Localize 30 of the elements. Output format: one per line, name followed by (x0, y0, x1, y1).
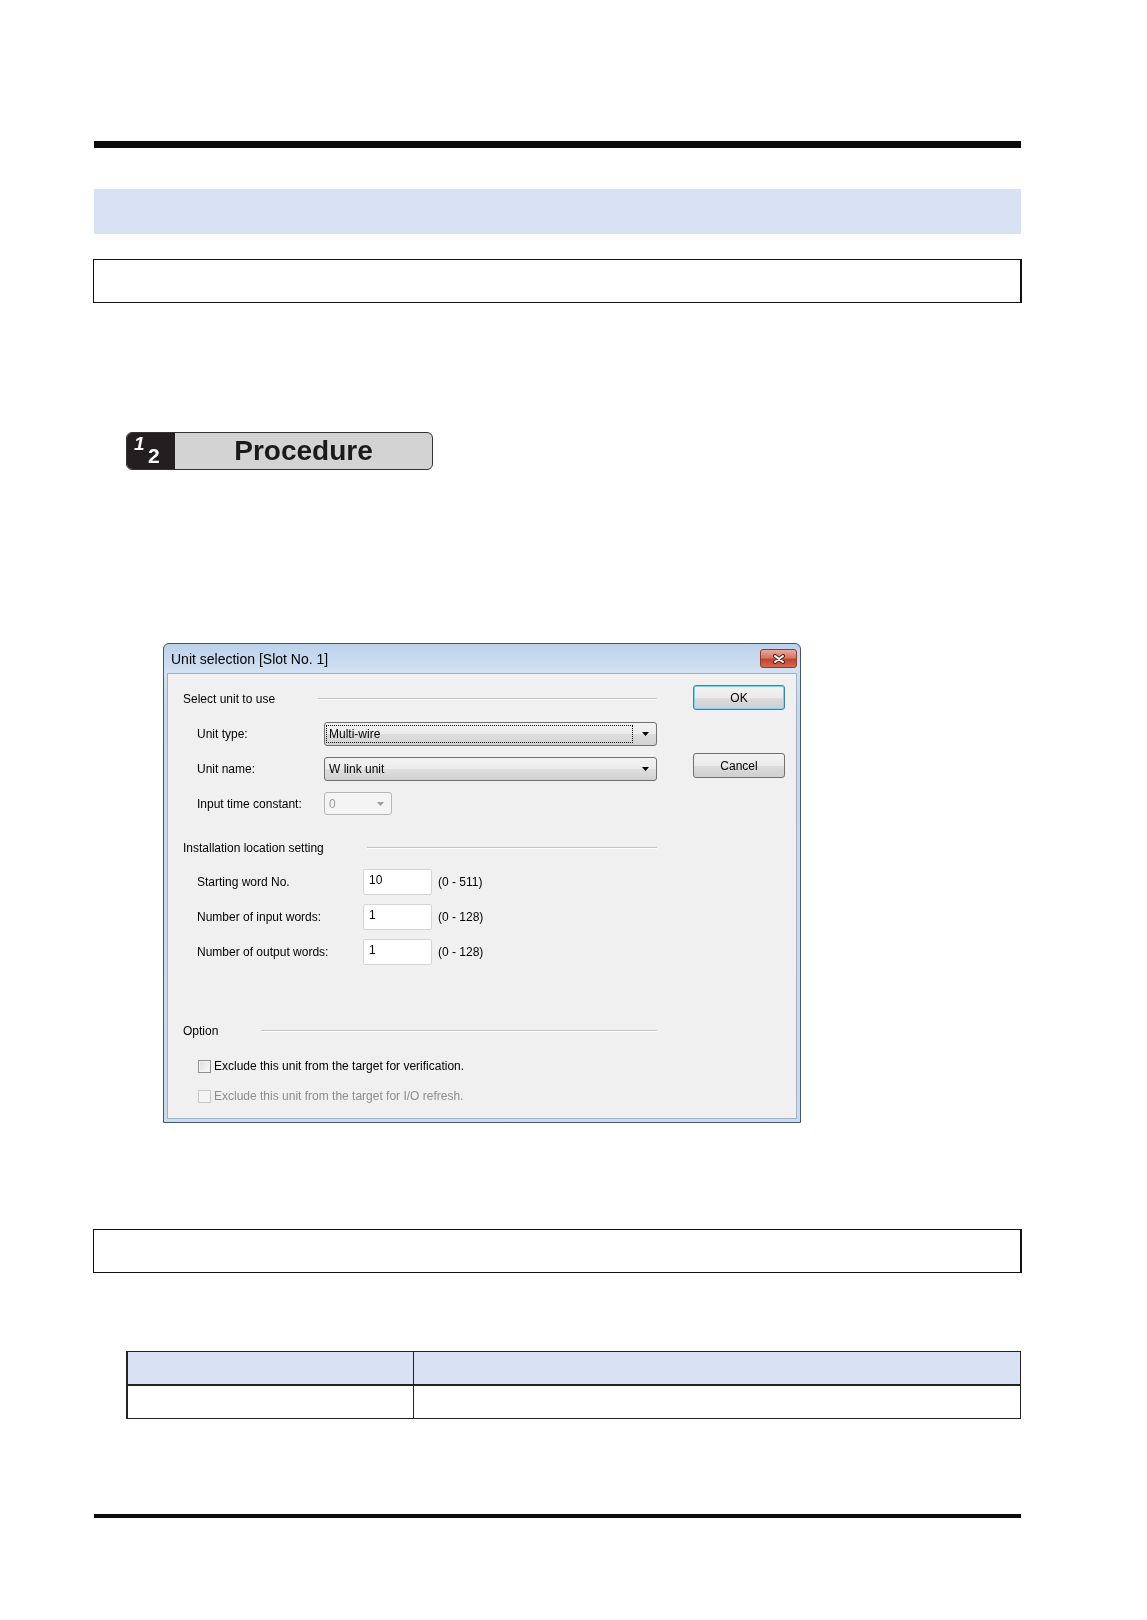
field-label: Number of input words: (197, 910, 323, 924)
checkbox[interactable] (198, 1059, 211, 1073)
procedure-title: Procedure (234, 435, 373, 467)
range-hint: (0 - 511) (438, 875, 483, 889)
field-label: Unit name: (197, 761, 257, 776)
dropdown[interactable]: Multi-wire (324, 721, 657, 746)
field-label: Input time constant: (197, 796, 303, 811)
window-title: Unit selection [Slot No. 1] (171, 651, 329, 667)
section-heading: Select unit to use (183, 691, 276, 707)
number-field[interactable]: 1 (363, 904, 432, 930)
range-hint: (0 - 128) (438, 945, 484, 959)
field-label: Unit type: (197, 726, 249, 741)
field-label: Starting word No. (197, 875, 291, 889)
caret-icon (642, 766, 649, 771)
checkbox-label: Exclude this unit from the target for I/O refresh. (214, 1089, 464, 1103)
dialog-button[interactable]: OK (693, 685, 785, 710)
step-number: 1 2 (127, 433, 175, 469)
number-field[interactable]: 1 (363, 939, 432, 965)
checkbox-label: Exclude this unit from the target for verification. (214, 1059, 465, 1073)
caret-icon (642, 731, 649, 736)
dropdown[interactable]: W link unit (324, 756, 657, 781)
section-heading: Option (183, 1023, 219, 1039)
field-label: Number of output words: (197, 945, 330, 959)
range-hint: (0 - 128) (438, 910, 484, 924)
caret-icon (377, 801, 384, 806)
dialog-button[interactable]: Cancel (693, 753, 785, 778)
number-field[interactable]: 10 (363, 869, 432, 895)
close-icon (772, 653, 785, 664)
close-button[interactable] (760, 649, 797, 668)
section-heading: Installation location setting (183, 840, 324, 856)
